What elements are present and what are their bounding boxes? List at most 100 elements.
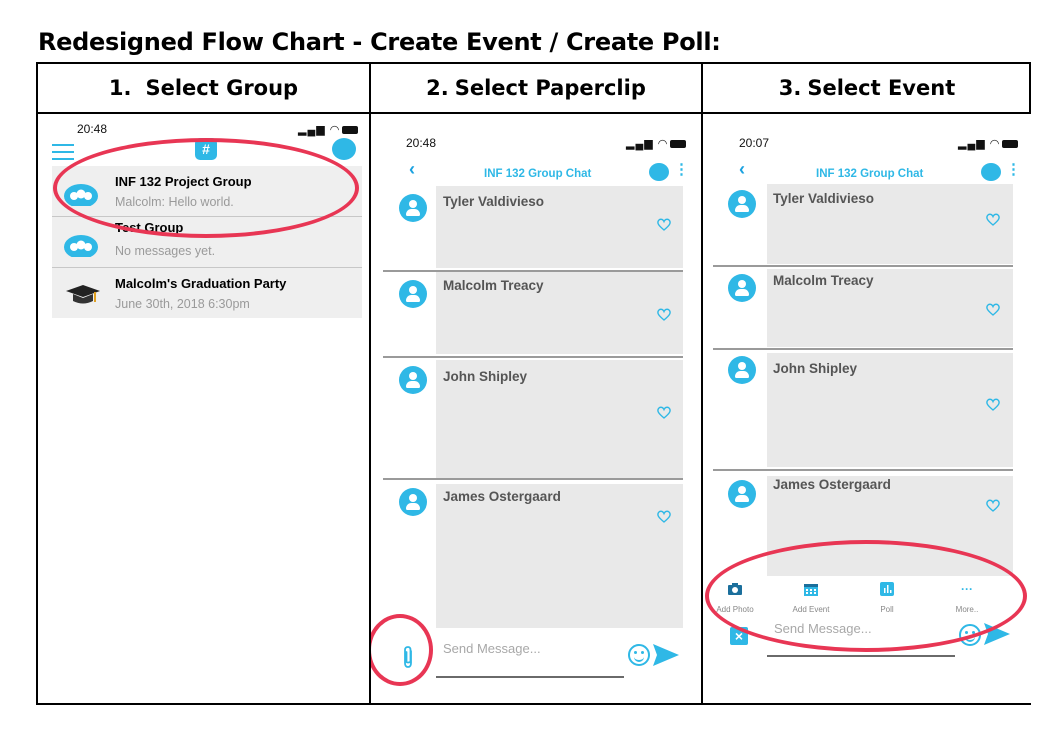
add-photo-button[interactable]: Add Photo: [707, 582, 763, 617]
message-input[interactable]: Send Message...: [443, 641, 541, 656]
message-input-underline: [436, 676, 624, 678]
group-avatar-icon[interactable]: [981, 163, 1001, 181]
message-sender: Malcolm Treacy: [443, 278, 544, 293]
message-divider: [383, 478, 683, 480]
step-number: 2.: [426, 76, 449, 100]
user-avatar-icon: [728, 274, 756, 302]
signal-icon: ▂▄▆: [626, 138, 654, 150]
status-time: 20:48: [406, 136, 437, 150]
chat-title: INF 132 Group Chat: [484, 168, 592, 180]
menu-icon[interactable]: [52, 144, 74, 165]
step-label: Select Paperclip: [454, 76, 646, 100]
message-sender: Tyler Valdivieso: [443, 194, 545, 209]
battery-icon: [1002, 140, 1019, 149]
more-button[interactable]: ··· More..: [939, 582, 995, 617]
group-avatar-icon[interactable]: [649, 163, 669, 181]
message-sender: John Shipley: [773, 361, 858, 376]
step-2-header: 2. Select Paperclip: [371, 64, 701, 112]
message-sender: James Ostergaard: [773, 477, 891, 492]
kebab-menu-icon[interactable]: ⋮: [1006, 160, 1021, 178]
send-icon[interactable]: [653, 644, 679, 666]
status-icons: ▂▄▆ ◠: [626, 137, 687, 150]
emoji-icon[interactable]: [628, 644, 650, 666]
battery-icon: [670, 140, 687, 149]
back-chevron-icon[interactable]: ‹: [739, 159, 745, 180]
group-row-graduation[interactable]: Malcolm's Graduation Party June 30th, 20…: [52, 268, 362, 318]
heart-icon[interactable]: [986, 499, 1000, 512]
heart-icon[interactable]: [657, 308, 671, 321]
add-event-button[interactable]: Add Event: [783, 582, 839, 617]
document-title: Redesigned Flow Chart - Create Event / C…: [38, 28, 721, 56]
group-last-message: No messages yet.: [115, 244, 216, 258]
back-chevron-icon[interactable]: ‹: [409, 159, 415, 180]
wifi-icon: ◠: [989, 138, 1001, 150]
user-avatar-icon: [728, 480, 756, 508]
message-input-underline: [767, 655, 955, 657]
heart-icon[interactable]: [986, 213, 1000, 226]
new-chat-icon[interactable]: [332, 138, 356, 160]
group-list: INF 132 Project Group Malcolm: Hello wor…: [52, 166, 362, 318]
signal-icon: ▂▄▆: [958, 138, 986, 150]
step-label: Select Event: [807, 76, 956, 100]
flow-table: 1. Select Group 2. Select Paperclip 3. S…: [36, 62, 1031, 705]
step-number: 3.: [778, 76, 802, 100]
chat-title: INF 132 Group Chat: [816, 168, 924, 180]
more-icon: ···: [961, 582, 973, 596]
status-time: 20:48: [77, 122, 108, 136]
action-label: Poll: [880, 605, 894, 614]
message-bubble: [436, 484, 683, 628]
user-avatar-icon: [399, 194, 427, 222]
heart-icon[interactable]: [657, 510, 671, 523]
step-1-header: 1. Select Group: [38, 64, 369, 112]
poll-icon: [880, 582, 894, 596]
group-name: INF 132 Project Group: [115, 174, 252, 189]
user-avatar-icon: [399, 366, 427, 394]
message-input[interactable]: Send Message...: [774, 621, 872, 636]
group-avatar-icon: [64, 235, 98, 257]
group-last-message: June 30th, 2018 6:30pm: [115, 297, 250, 311]
add-photo-icon: [728, 583, 742, 595]
user-avatar-icon: [399, 488, 427, 516]
screen-group-chat-attachments: 20:07 ▂▄▆ ◠ ‹ INF 132 Group Chat ⋮ Tyler…: [703, 114, 1031, 703]
message-divider: [713, 265, 1013, 267]
screen-group-chat: 20:48 ▂▄▆ ◠ ‹ INF 132 Group Chat ⋮ Tyler…: [371, 114, 701, 703]
message-divider: [713, 348, 1013, 350]
message-divider: [713, 469, 1013, 471]
signal-icon: ▂▄▆: [298, 124, 326, 136]
poll-button[interactable]: Poll: [859, 582, 915, 617]
group-name: Test Group: [115, 220, 184, 235]
step-3-header: 3. Select Event: [703, 64, 1031, 112]
calendar-icon: [804, 584, 818, 596]
group-avatar-icon: [64, 184, 98, 206]
action-label: Add Event: [792, 605, 830, 614]
paperclip-icon[interactable]: [401, 645, 415, 669]
group-row-inf132[interactable]: INF 132 Project Group Malcolm: Hello wor…: [52, 166, 362, 217]
battery-icon: [342, 126, 359, 135]
group-name: Malcolm's Graduation Party: [115, 276, 287, 291]
status-icons: ▂▄▆ ◠: [298, 123, 359, 136]
message-divider: [383, 356, 683, 358]
user-avatar-icon: [728, 356, 756, 384]
heart-icon[interactable]: [657, 218, 671, 231]
group-last-message: Malcolm: Hello world.: [115, 195, 234, 209]
status-icons: ▂▄▆ ◠: [958, 137, 1019, 150]
message-sender: James Ostergaard: [443, 489, 561, 504]
emoji-icon[interactable]: [959, 624, 981, 646]
group-row-test[interactable]: Test Group No messages yet.: [52, 217, 362, 268]
heart-icon[interactable]: [986, 303, 1000, 316]
message-sender: Malcolm Treacy: [773, 273, 874, 288]
wifi-icon: ◠: [329, 124, 341, 136]
close-icon[interactable]: ×: [730, 627, 748, 645]
user-avatar-icon: [728, 190, 756, 218]
user-avatar-icon: [399, 280, 427, 308]
kebab-menu-icon[interactable]: ⋮: [674, 160, 689, 178]
heart-icon[interactable]: [657, 406, 671, 419]
message-sender: Tyler Valdivieso: [773, 191, 875, 206]
screen-group-list: 20:48 ▂▄▆ ◠ # INF 132 Project Group Malc…: [40, 114, 369, 703]
action-label: Add Photo: [716, 605, 754, 614]
message-sender: John Shipley: [443, 369, 528, 384]
wifi-icon: ◠: [657, 138, 669, 150]
heart-icon[interactable]: [986, 398, 1000, 411]
action-label: More..: [955, 605, 979, 614]
send-icon[interactable]: [984, 623, 1010, 645]
